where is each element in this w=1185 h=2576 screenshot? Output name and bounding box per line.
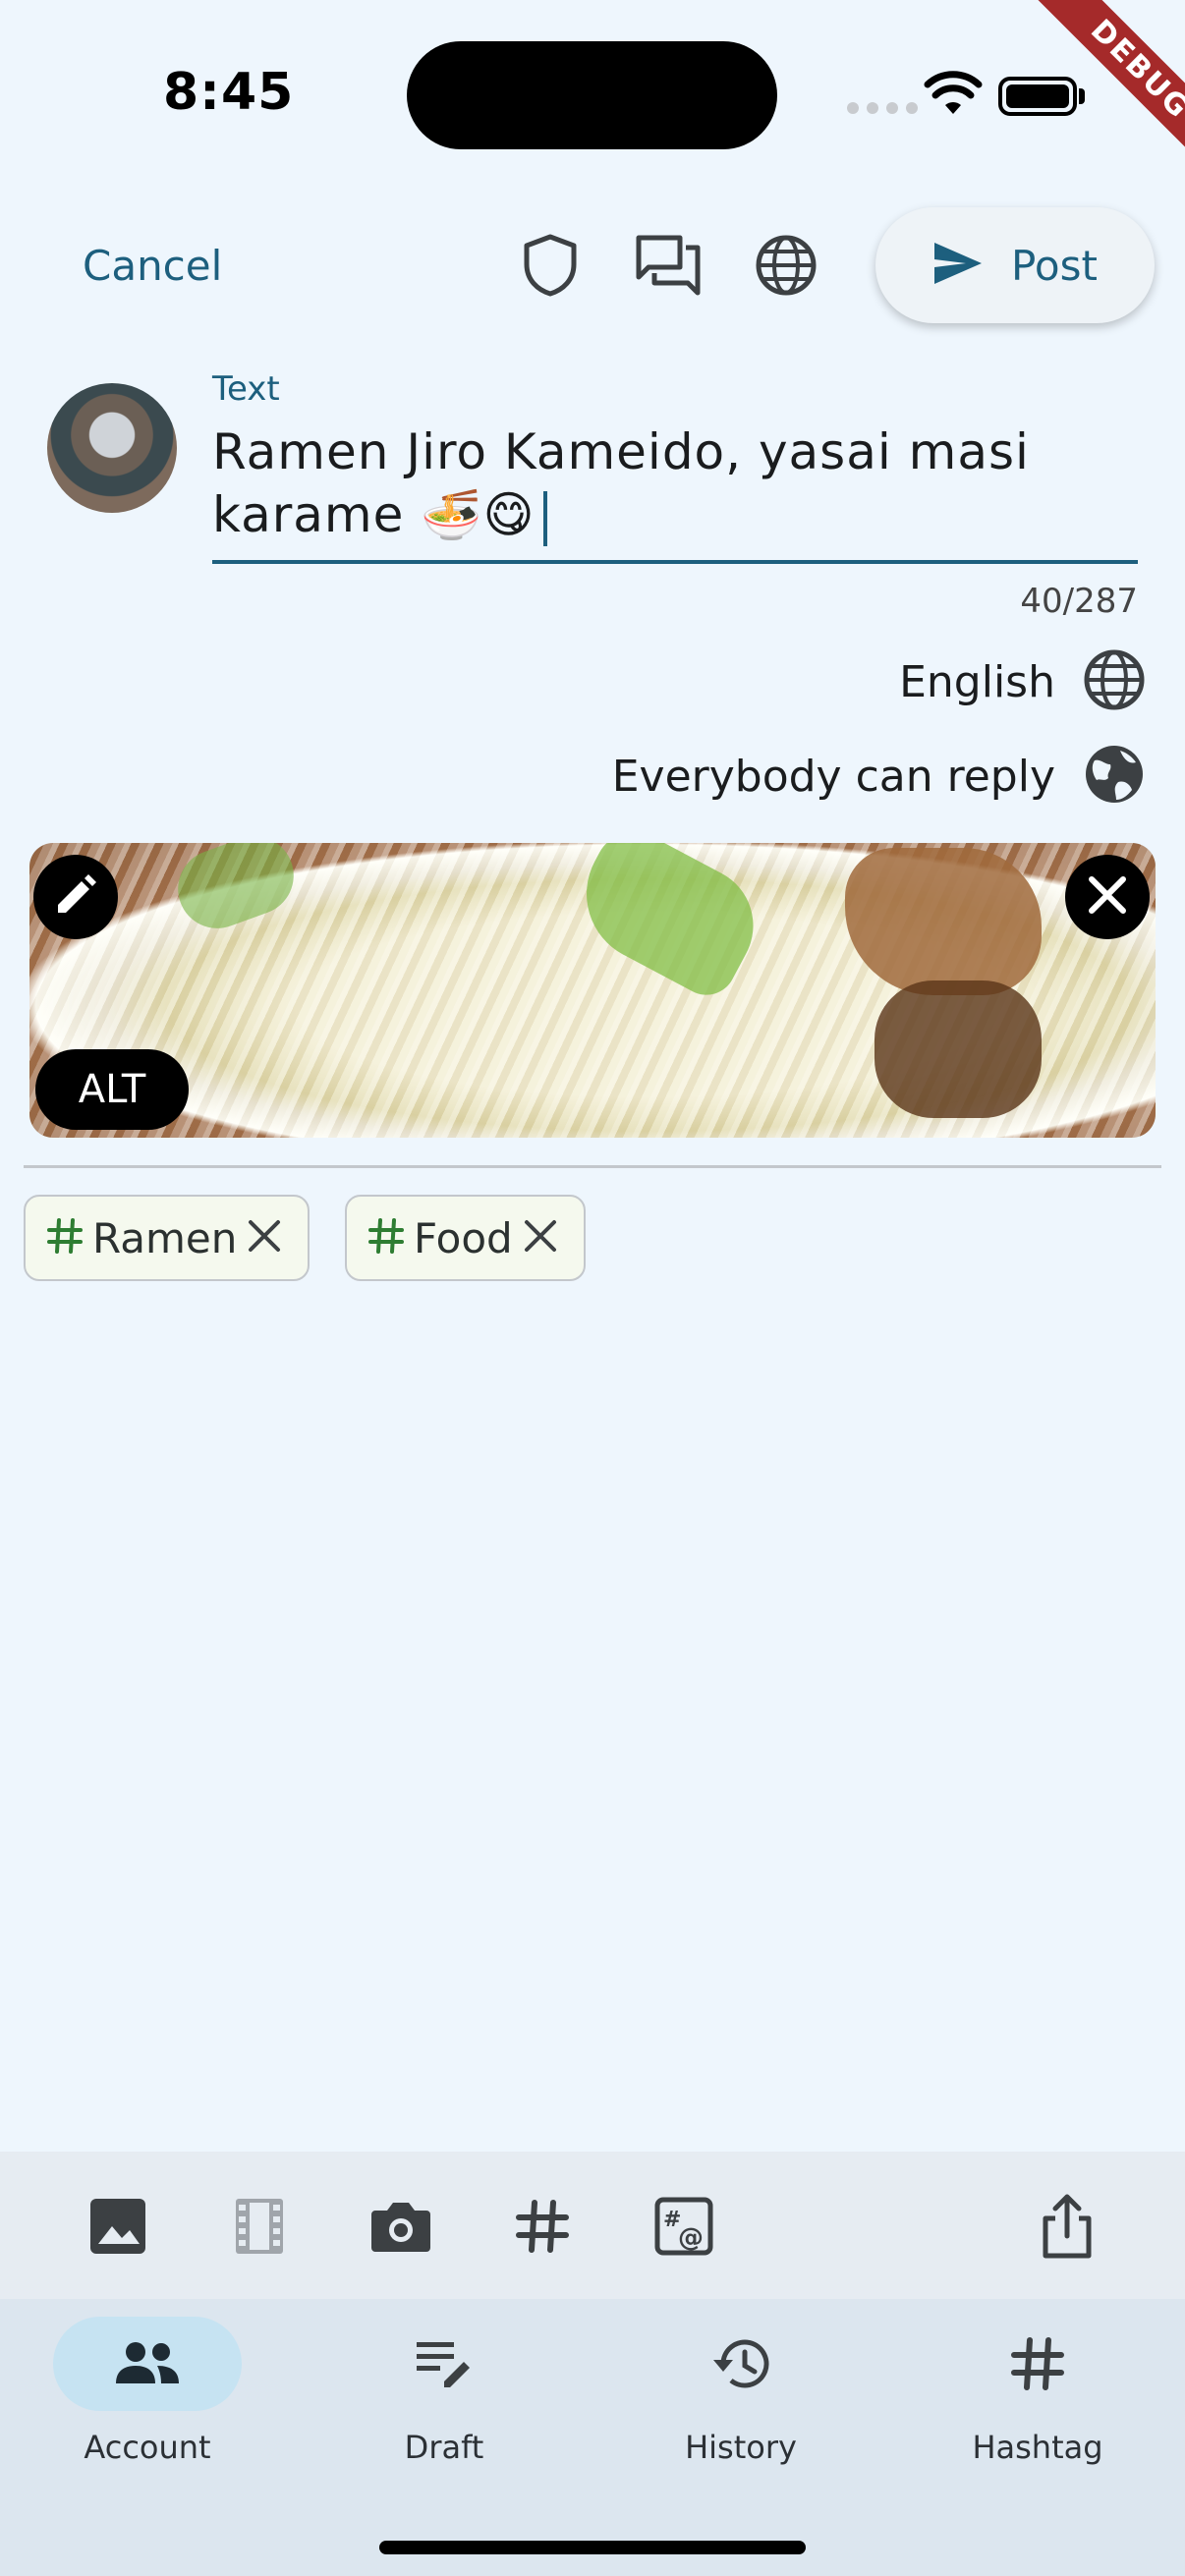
text-cursor: [542, 490, 547, 546]
battery-tip: [1079, 88, 1085, 104]
account-avatar[interactable]: [47, 383, 177, 513]
hashtag-icon: [367, 1216, 406, 1260]
post-button[interactable]: Post: [875, 207, 1155, 323]
send-icon: [932, 241, 984, 290]
dynamic-island: [407, 41, 777, 149]
globe-icon[interactable]: [751, 230, 821, 301]
photo-detail: [166, 843, 306, 940]
text-field-label: Text: [212, 369, 280, 409]
chip-remove-icon[interactable]: [245, 1216, 284, 1260]
attached-photo[interactable]: [29, 843, 1156, 1138]
text-field-underline: [212, 560, 1138, 564]
photo-detail: [875, 980, 1042, 1118]
remove-media-button[interactable]: [1065, 855, 1150, 939]
status-time: 8:45: [163, 63, 295, 122]
hashtag-chip-food[interactable]: Food: [345, 1195, 586, 1281]
hashtag-icon[interactable]: [503, 2189, 582, 2264]
svg-text:@: @: [678, 2223, 704, 2253]
camera-icon[interactable]: [362, 2189, 440, 2264]
wifi-icon: [924, 71, 983, 122]
draft-icon: [350, 2317, 538, 2411]
mention-hashtag-icon[interactable]: # @: [645, 2189, 723, 2264]
share-icon[interactable]: [1028, 2189, 1106, 2264]
language-selector[interactable]: English: [899, 648, 1146, 715]
nav-label: Account: [84, 2429, 211, 2466]
reply-setting-selector[interactable]: Everybody can reply: [612, 743, 1146, 810]
battery-icon: [998, 77, 1077, 116]
hashtag-chip-label: Food: [414, 1213, 513, 1262]
attachment-toolbar: [0, 2152, 1185, 2299]
people-icon: [53, 2317, 242, 2411]
forum-icon[interactable]: [633, 230, 704, 301]
edit-media-button[interactable]: [33, 855, 118, 939]
post-text-field[interactable]: Ramen Jiro Kameido, yasai masi karame 🍜😋: [212, 420, 1136, 546]
language-globe-icon: [1083, 648, 1146, 715]
chip-remove-icon[interactable]: [521, 1216, 560, 1260]
nav-label: Draft: [404, 2429, 484, 2466]
close-icon: [1086, 873, 1129, 921]
character-counter: 40/287: [1020, 582, 1138, 621]
photo-detail: [562, 843, 774, 1006]
compose-screen: 8:45 DEBUG Cancel Post Text Ramen Jiro K…: [0, 0, 1185, 2576]
post-text-value: Ramen Jiro Kameido, yasai masi karame 🍜😋: [212, 423, 1030, 543]
language-label: English: [899, 656, 1055, 707]
reply-setting-label: Everybody can reply: [611, 751, 1055, 802]
nav-item-hashtag[interactable]: Hashtag: [910, 2317, 1165, 2466]
cancel-button[interactable]: Cancel: [83, 242, 222, 290]
divider: [24, 1165, 1161, 1168]
shield-icon[interactable]: [515, 230, 586, 301]
history-icon: [647, 2317, 835, 2411]
cellular-signal-icon: [847, 102, 918, 114]
post-button-label: Post: [1011, 241, 1098, 290]
hashtag-icon: [943, 2317, 1132, 2411]
image-icon[interactable]: [79, 2189, 157, 2264]
nav-item-history[interactable]: History: [613, 2317, 869, 2466]
hashtag-icon: [45, 1216, 85, 1260]
alt-text-button[interactable]: ALT: [35, 1049, 189, 1130]
nav-item-account[interactable]: Account: [20, 2317, 275, 2466]
nav-item-draft[interactable]: Draft: [316, 2317, 572, 2466]
nav-label: History: [685, 2429, 797, 2466]
hashtag-chip-label: Ramen: [92, 1213, 238, 1262]
home-indicator[interactable]: [379, 2541, 806, 2554]
public-earth-icon: [1083, 743, 1146, 810]
hashtag-chip-ramen[interactable]: Ramen: [24, 1195, 310, 1281]
nav-label: Hashtag: [972, 2429, 1103, 2466]
pencil-icon: [52, 871, 99, 923]
photo-detail: [845, 848, 1042, 995]
video-icon: [220, 2189, 299, 2264]
